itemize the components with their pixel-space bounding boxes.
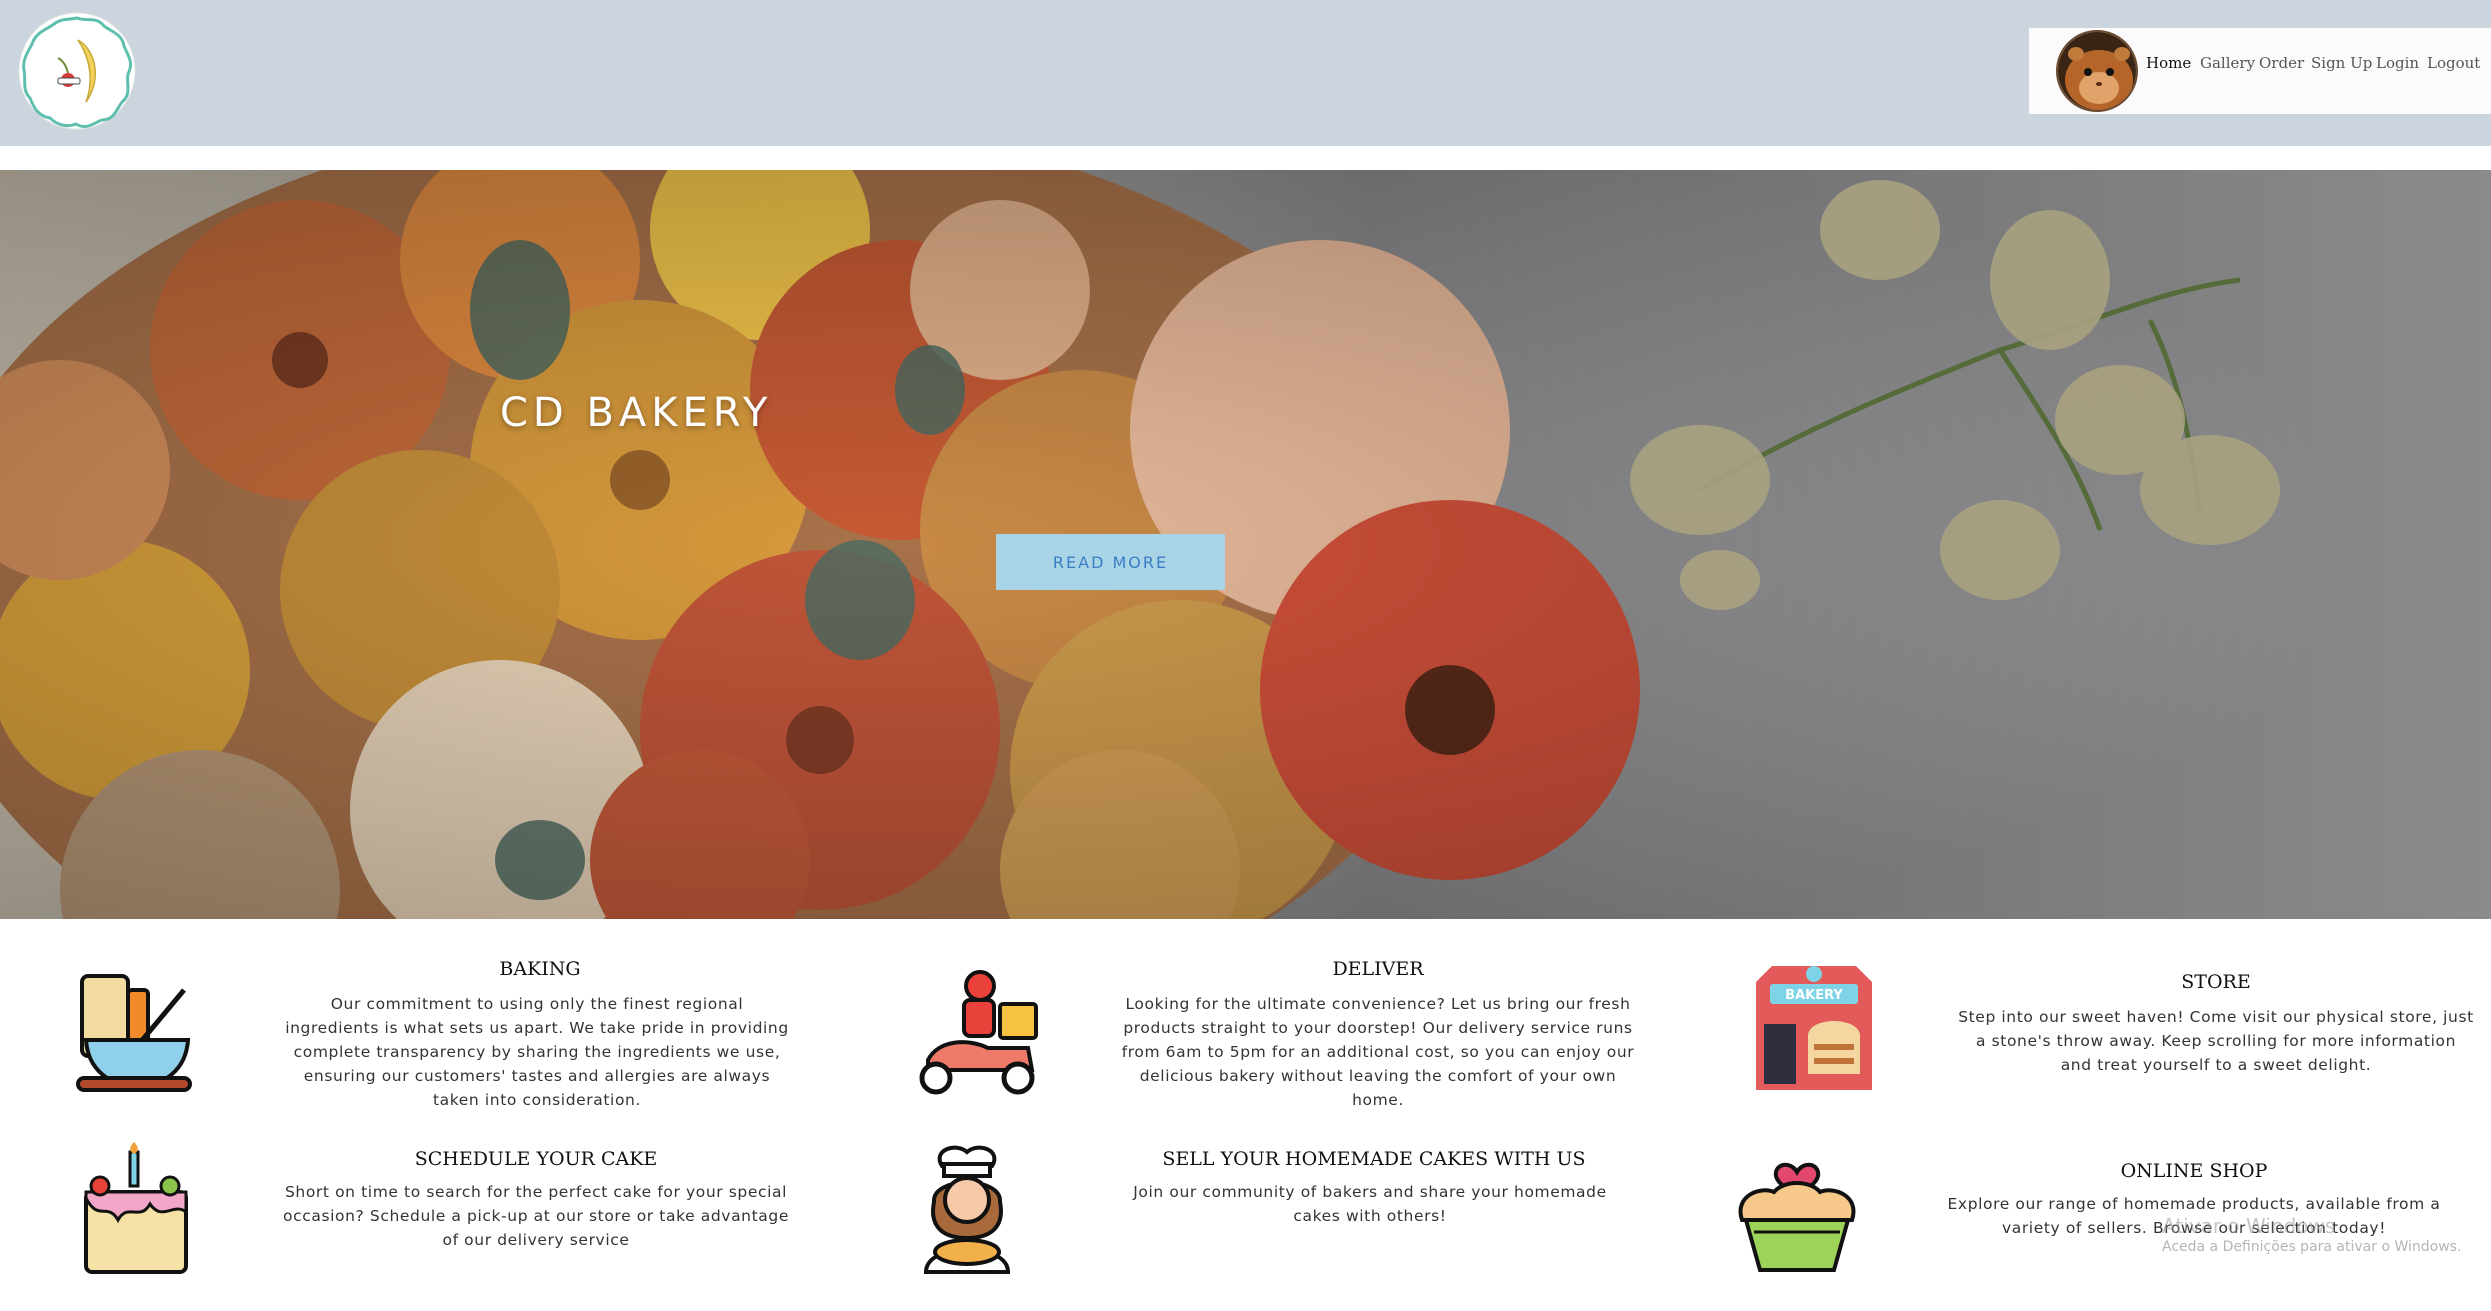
- read-more-button[interactable]: READ MORE: [996, 534, 1225, 590]
- baking-text: Our commitment to using only the finest …: [285, 995, 789, 1109]
- hero-banner: CD BAKERY READ MORE: [0, 170, 2491, 919]
- logo-badge-icon: [18, 12, 136, 130]
- schedule-text: Short on time to search for the perfect …: [283, 1183, 789, 1249]
- hamster-avatar-icon: [2058, 32, 2136, 110]
- avatar[interactable]: [2056, 30, 2138, 112]
- windows-activation-title: Ativar o Windows: [2162, 1214, 2336, 1238]
- birthday-cake-icon: [78, 1142, 196, 1276]
- nav-gallery-link[interactable]: Gallery: [2200, 54, 2255, 72]
- mixing-bowl-icon: [72, 970, 202, 1100]
- nav-bar: Home Gallery Order Sign Up Login Logout: [2029, 28, 2491, 114]
- bakery-sign-text: BAKERY: [1785, 988, 1843, 1003]
- windows-activation-subtitle: Aceda a Definições para ativar o Windows…: [2162, 1239, 2462, 1255]
- deliver-title: DELIVER: [1332, 958, 1424, 980]
- delivery-scooter-icon: [908, 970, 1043, 1100]
- baking-title: BAKING: [499, 958, 581, 980]
- deliver-text: Looking for the ultimate convenience? Le…: [1121, 995, 1635, 1109]
- sell-text: Join our community of bakers and share y…: [1133, 1183, 1607, 1225]
- schedule-title: SCHEDULE YOUR CAKE: [414, 1148, 658, 1170]
- nav-home-link[interactable]: Home: [2146, 54, 2191, 72]
- nav-signup-link[interactable]: Sign Up: [2311, 54, 2372, 72]
- bakery-store-icon: BAKERY: [1752, 962, 1876, 1092]
- store-title: STORE: [2181, 971, 2251, 993]
- hero-title: CD BAKERY: [500, 390, 773, 436]
- hero-cake-image: [0, 170, 2491, 919]
- store-text: Step into our sweet haven! Come visit ou…: [1958, 1008, 2474, 1074]
- cupcake-icon: [1730, 1142, 1864, 1276]
- nav-logout-link[interactable]: Logout: [2427, 54, 2480, 72]
- nav-login-link[interactable]: Login: [2376, 54, 2419, 72]
- sell-title: SELL YOUR HOMEMADE CAKES WITH US: [1162, 1148, 1586, 1170]
- bakery-logo[interactable]: [16, 10, 138, 132]
- site-header: Home Gallery Order Sign Up Login Logout: [0, 0, 2491, 146]
- shop-title: ONLINE SHOP: [2120, 1160, 2268, 1182]
- nav-order-link[interactable]: Order: [2259, 54, 2304, 72]
- baker-woman-icon: [912, 1142, 1022, 1276]
